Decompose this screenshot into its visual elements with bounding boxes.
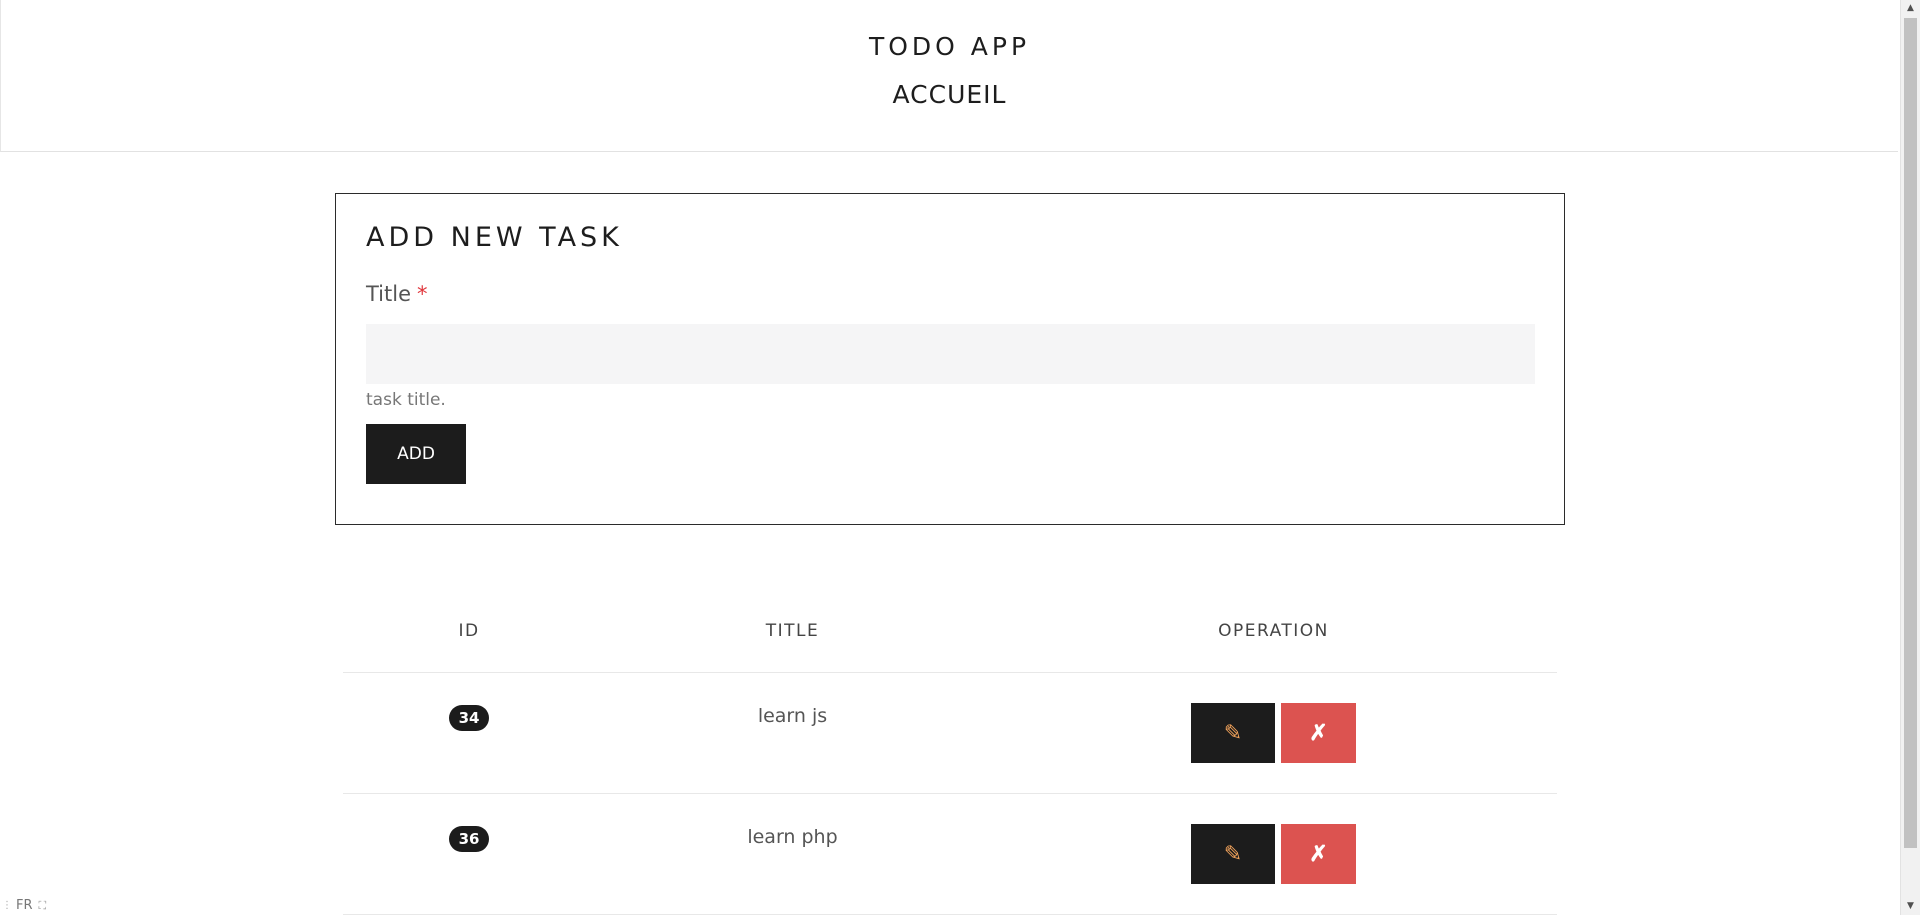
pencil-icon: ✎: [1223, 841, 1243, 866]
operation-buttons: ✎ ✗: [1191, 824, 1356, 884]
table-row: 36 learn php ✎ ✗: [343, 793, 1557, 915]
app-header: TODO APP ACCUEIL: [0, 0, 1898, 152]
nav-home-link[interactable]: ACCUEIL: [1, 80, 1898, 109]
form-heading: ADD NEW TASK: [366, 222, 623, 253]
column-header-title: TITLE: [595, 590, 990, 673]
add-task-button[interactable]: ADD: [366, 424, 466, 484]
title-cell: learn php: [595, 793, 990, 915]
column-header-operation: OPERATION: [990, 590, 1557, 673]
add-task-form: ADD NEW TASK Title * task title. ADD: [335, 193, 1565, 525]
task-table: ID TITLE OPERATION 34 learn js ✎ ✗ 36 le…: [343, 590, 1557, 915]
scrollbar-thumb[interactable]: [1904, 18, 1917, 848]
title-label-text: Title: [366, 282, 412, 306]
cross-icon: ✗: [1309, 841, 1328, 866]
title-input[interactable]: [366, 324, 1535, 384]
task-title: learn js: [757, 705, 828, 727]
table-row: 34 learn js ✎ ✗: [343, 672, 1557, 794]
id-badge: 36: [449, 826, 489, 852]
scroll-down-arrow-icon[interactable]: ▼: [1901, 898, 1920, 915]
language-label[interactable]: FR: [16, 898, 33, 913]
operation-buttons: ✎ ✗: [1191, 703, 1356, 763]
expand-icon[interactable]: ⛶: [39, 899, 47, 913]
edit-button[interactable]: ✎: [1191, 824, 1275, 884]
task-title: learn php: [747, 826, 838, 848]
edit-button[interactable]: ✎: [1191, 703, 1275, 763]
drag-handle-icon[interactable]: ⋮: [2, 900, 12, 911]
id-cell: 36: [343, 793, 595, 915]
app-title: TODO APP: [868, 32, 1031, 61]
delete-button[interactable]: ✗: [1281, 824, 1356, 884]
cross-icon: ✗: [1309, 720, 1328, 745]
page: TODO APP ACCUEIL ADD NEW TASK Title * tas…: [0, 0, 1920, 915]
language-widget[interactable]: ⋮ FR ⛶: [2, 896, 46, 915]
title-label: Title *: [366, 282, 428, 306]
operation-cell: ✎ ✗: [990, 672, 1557, 794]
pencil-icon: ✎: [1223, 720, 1243, 745]
title-cell: learn js: [595, 672, 990, 794]
required-mark: *: [417, 282, 428, 306]
column-header-id: ID: [343, 590, 595, 673]
scroll-up-arrow-icon[interactable]: ▲: [1901, 0, 1920, 17]
vertical-scrollbar[interactable]: ▲ ▼: [1900, 0, 1920, 915]
id-cell: 34: [343, 672, 595, 794]
table-header-row: ID TITLE OPERATION: [343, 590, 1557, 673]
operation-cell: ✎ ✗: [990, 793, 1557, 915]
delete-button[interactable]: ✗: [1281, 703, 1356, 763]
title-help-text: task title.: [366, 390, 446, 410]
id-badge: 34: [449, 705, 489, 731]
